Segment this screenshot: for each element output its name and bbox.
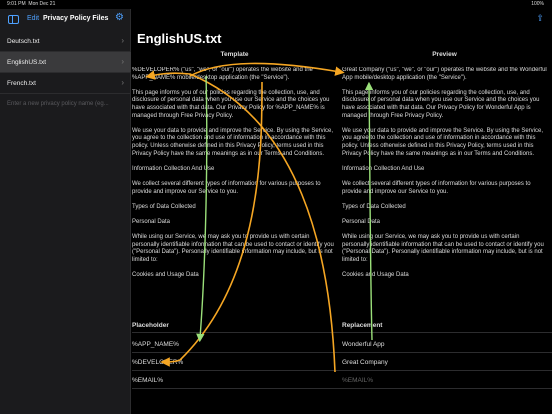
- template-paragraph: We collect several different types of in…: [132, 180, 321, 195]
- file-item-label: Deutsch.txt: [7, 38, 40, 45]
- file-item-french[interactable]: French.txt ›: [0, 73, 131, 94]
- placeholder-cell: %DEVELOPER%: [132, 359, 184, 366]
- placeholder-table-header: Placeholder Replacement: [132, 319, 552, 333]
- status-time: 9:01 PM Mon Dec 21: [7, 1, 56, 7]
- table-row[interactable]: %EMAIL% %EMAIL%: [132, 371, 552, 389]
- gear-icon[interactable]: ⚙: [115, 13, 124, 23]
- template-paragraph: %DEVELOPER% ("us", "we", or "our") opera…: [132, 67, 313, 81]
- replacement-column-header: Replacement: [342, 322, 383, 329]
- preview-paragraph: Types of Data Collected: [342, 203, 406, 210]
- file-item-label: French.txt: [7, 80, 36, 87]
- sidebar-toggle-icon[interactable]: [8, 15, 19, 24]
- table-row[interactable]: %APP_NAME% Wonderful App: [132, 335, 552, 353]
- new-file-input[interactable]: Enter a new privacy policy name (eg...: [7, 101, 109, 107]
- file-list: Deutsch.txt › EnglishUS.txt › French.txt…: [0, 31, 131, 94]
- sidebar-toolbar: Edit Privacy Policy Files ⚙: [0, 9, 131, 29]
- status-battery: 100%: [531, 1, 544, 7]
- main-pane: ⇪ EnglishUS.txt Template Preview %DEVELO…: [132, 9, 552, 414]
- placeholder-cell: %APP_NAME%: [132, 341, 179, 348]
- sidebar: Edit Privacy Policy Files ⚙ Deutsch.txt …: [0, 9, 131, 414]
- file-item-englishus[interactable]: EnglishUS.txt ›: [0, 52, 131, 73]
- preview-header: Preview: [432, 51, 457, 58]
- share-icon[interactable]: ⇪: [536, 13, 544, 24]
- replacement-input[interactable]: Wonderful App: [342, 341, 385, 348]
- file-item-label: EnglishUS.txt: [7, 59, 47, 66]
- document-title: EnglishUS.txt: [137, 31, 222, 46]
- sidebar-title: Privacy Policy Files: [43, 15, 109, 22]
- template-paragraph: This page informs you of our policies re…: [132, 89, 330, 119]
- preview-paragraph: Personal Data: [342, 218, 381, 225]
- preview-paragraph: Great Company ("us", "we", or "our") ope…: [342, 67, 547, 81]
- preview-paragraph: We collect several different types of in…: [342, 180, 531, 195]
- template-paragraph: While using our Service, we may ask you …: [132, 234, 334, 263]
- template-paragraph: Cookies and Usage Data: [132, 272, 199, 279]
- table-row[interactable]: %DEVELOPER% Great Company: [132, 353, 552, 371]
- template-paragraph: We use your data to provide and improve …: [132, 127, 333, 157]
- chevron-right-icon: ›: [121, 57, 124, 66]
- template-header: Template: [220, 51, 249, 58]
- preview-pane: Great Company ("us", "we", or "our") ope…: [342, 67, 548, 317]
- replacement-input[interactable]: Great Company: [342, 359, 388, 366]
- preview-paragraph: This page informs you of our policies re…: [342, 89, 540, 119]
- chevron-right-icon: ›: [121, 78, 124, 87]
- template-paragraph: Types of Data Collected: [132, 203, 196, 210]
- edit-button[interactable]: Edit: [27, 15, 39, 22]
- preview-paragraph: While using our Service, we may ask you …: [342, 234, 544, 263]
- preview-paragraph: We use your data to provide and improve …: [342, 127, 543, 157]
- file-item-deutsch[interactable]: Deutsch.txt ›: [0, 31, 131, 52]
- template-editor[interactable]: %DEVELOPER% ("us", "we", or "our") opera…: [132, 67, 338, 317]
- template-paragraph: Information Collection And Use: [132, 165, 215, 172]
- replacement-input[interactable]: %EMAIL%: [342, 377, 373, 384]
- status-bar: 9:01 PM Mon Dec 21 100%: [0, 0, 552, 9]
- template-paragraph: Personal Data: [132, 218, 171, 225]
- preview-paragraph: Cookies and Usage Data: [342, 272, 409, 279]
- chevron-right-icon: ›: [121, 36, 124, 45]
- preview-paragraph: Information Collection And Use: [342, 165, 425, 172]
- placeholder-column-header: Placeholder: [132, 322, 169, 329]
- placeholder-cell: %EMAIL%: [132, 377, 164, 384]
